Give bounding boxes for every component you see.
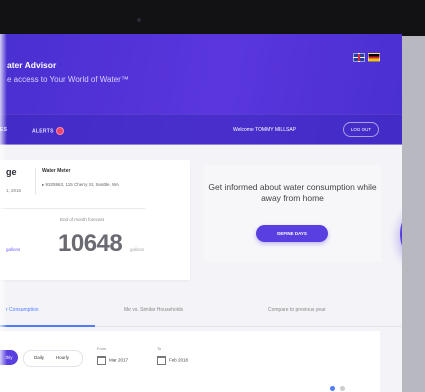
monthly-toggle[interactable]: thly <box>0 350 18 365</box>
daily-toggle[interactable]: Daily <box>34 355 44 360</box>
promo-card: Get informed about water consumption whi… <box>204 165 381 262</box>
nav-bar: ES ALERTS Welcome TOMMY MILLSAP LOG OUT <box>0 114 402 145</box>
forecast-unit: gallons <box>130 247 145 252</box>
language-selector[interactable] <box>353 53 380 62</box>
german-flag-icon[interactable] <box>368 53 380 62</box>
device-bezel <box>0 0 425 36</box>
tab-previous-year[interactable]: Compare to previous year <box>268 307 326 313</box>
calendar-icon <box>97 356 106 365</box>
app-screen: ater Advisor e access to Your World of W… <box>0 34 402 392</box>
meter-card-heading: ge <box>6 167 17 177</box>
nav-item-partial[interactable]: ES <box>0 127 7 133</box>
app-header: ater Advisor e access to Your World of W… <box>0 34 402 145</box>
tab-similar-households[interactable]: Me vs. Similar Households <box>124 307 183 313</box>
legend-dot-grey-icon <box>340 386 345 391</box>
horizontal-divider <box>0 208 145 209</box>
forecast-label: End of month forecast <box>60 217 105 222</box>
vertical-divider <box>35 168 36 194</box>
logout-button[interactable]: LOG OUT <box>343 122 379 137</box>
tab-consumption[interactable]: r Consumption <box>6 307 39 313</box>
from-date-picker[interactable]: Mar 2017 <box>97 356 128 365</box>
left-unit: gallons <box>6 247 21 252</box>
nav-item-alerts[interactable]: ALERTS <box>32 127 64 135</box>
meter-address[interactable]: ▸ 9325963, 115 Cherry St, Seattle, WA <box>42 182 119 188</box>
meter-card: ge 1, 2016 Water Meter ▸ 9325963, 115 Ch… <box>0 160 190 280</box>
bezel-corner <box>397 6 425 36</box>
calendar-icon <box>157 356 166 365</box>
forecast-value: 10648 <box>58 230 123 257</box>
promo-text: Get informed about water consumption whi… <box>208 182 377 203</box>
legend-dot-blue-icon <box>330 386 335 391</box>
consumption-tabs: r Consumption Me vs. Similar Households … <box>0 296 402 327</box>
welcome-text: Welcome TOMMY MILLSAP <box>233 127 296 133</box>
app-tagline: e access to Your World of Water™ <box>7 75 129 84</box>
meter-card-date: 1, 2016 <box>6 188 22 193</box>
hourly-toggle[interactable]: Hourly <box>56 355 69 360</box>
period-toggle-group: Daily Hourly <box>23 350 83 367</box>
uk-flag-icon[interactable] <box>353 53 365 62</box>
active-tab-indicator <box>0 325 95 327</box>
to-label: To <box>157 346 162 351</box>
nav-alerts-label: ALERTS <box>32 128 54 135</box>
meter-label: Water Meter <box>42 168 71 174</box>
alert-badge-icon <box>55 127 64 135</box>
app-title: ater Advisor <box>7 60 57 70</box>
side-action-button[interactable] <box>400 199 402 269</box>
define-days-button[interactable]: DEFINE DAYS <box>256 225 328 242</box>
filters-panel: thly Daily Hourly From Mar 2017 To Feb 2… <box>0 331 380 392</box>
from-date-value: Mar 2017 <box>109 357 129 363</box>
camera-dot <box>137 18 141 22</box>
to-date-picker[interactable]: Feb 2018 <box>157 356 188 365</box>
to-date-value: Feb 2018 <box>169 357 189 363</box>
from-label: From <box>97 346 107 351</box>
